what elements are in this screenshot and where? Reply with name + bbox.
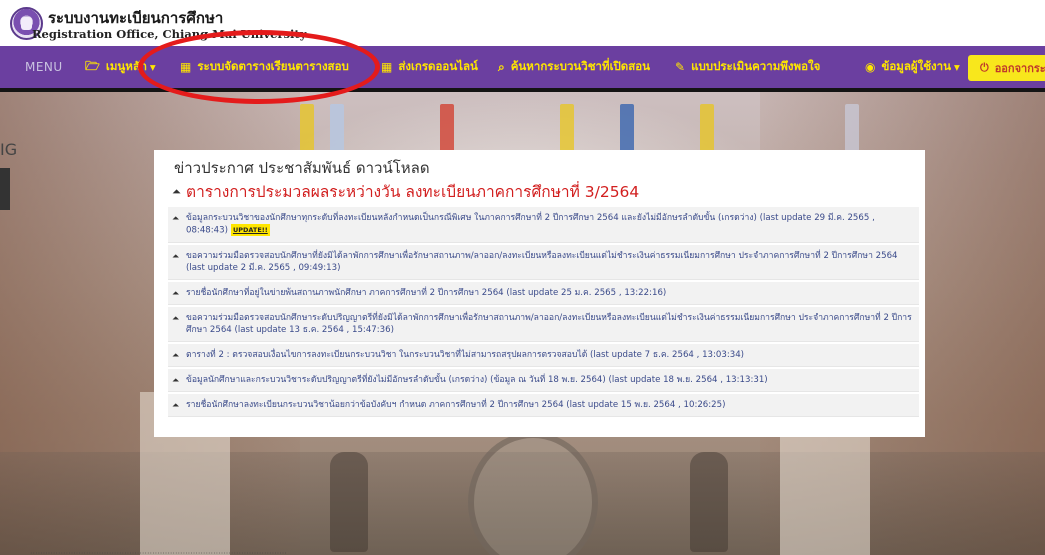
- bell-icon: ⏶: [172, 313, 180, 324]
- panel-title: ข่าวประกาศ ประชาสัมพันธ์ ดาวน์โหลด: [174, 159, 430, 177]
- news-link[interactable]: รายชื่อนักศึกษาลงทะเบียนกระบวนวิชาน้อยกว…: [186, 394, 731, 416]
- bell-icon: ⏶: [172, 400, 180, 411]
- nav-grade-online-label: ส่งเกรดออนไลน์: [398, 59, 478, 73]
- chevron-down-icon: ▾: [953, 60, 960, 74]
- list-item[interactable]: ⏶ ข้อมูลนักศึกษาและกระบวนวิชาระดับปริญญา…: [168, 368, 919, 392]
- list-item[interactable]: ⏶ ตารางที่ 2 : ตรวจสอบเงื่อนไขการลงทะเบี…: [168, 343, 919, 367]
- list-item[interactable]: ⏶ รายชื่อนักศึกษาลงทะเบียนกระบวนวิชาน้อย…: [168, 393, 919, 417]
- nav-course-search-label: ค้นหากระบวนวิชาที่เปิดสอน: [510, 59, 651, 73]
- update-badge: UPDATE!!: [230, 224, 270, 236]
- background-text-fragment: IG: [0, 140, 18, 159]
- logout-label: ออกจากระบ: [994, 62, 1045, 75]
- main-navbar: MENU 🗁 เมนูหลัก ▾ ▦ ระบบจัดตารางเรียนตาร…: [0, 46, 1045, 92]
- list-item[interactable]: ⏶ รายชื่อนักศึกษาที่อยู่ในข่ายพ้นสถานภาพ…: [168, 281, 919, 305]
- nav-schedule[interactable]: ▦ ระบบจัดตารางเรียนตารางสอบ: [180, 46, 349, 88]
- bell-icon: ⏶: [172, 375, 180, 386]
- pencil-icon: ✎: [675, 60, 686, 74]
- nav-survey[interactable]: ✎ แบบประเมินความพึงพอใจ: [675, 46, 820, 88]
- folder-icon: 🗁: [85, 58, 100, 73]
- site-header: ระบบงานทะเบียนการศึกษา Registration Offi…: [0, 0, 1045, 46]
- bell-icon: ⏶: [172, 288, 180, 299]
- list-item[interactable]: ⏶ ข้อมูลกระบวนวิชาของนักศึกษาทุกระดับที่…: [168, 207, 919, 243]
- menu-label: MENU: [25, 60, 63, 74]
- nav-user-info-label: ข้อมูลผู้ใช้งาน: [881, 59, 951, 73]
- news-link[interactable]: ตารางที่ 2 : ตรวจสอบเงื่อนไขการลงทะเบียน…: [186, 344, 750, 366]
- nav-main-menu[interactable]: 🗁 เมนูหลัก ▾: [85, 46, 156, 88]
- nav-schedule-label: ระบบจัดตารางเรียนตารางสอบ: [197, 59, 349, 73]
- news-link[interactable]: ขอความร่วมมือตรวจสอบนักศึกษาที่ยังมิได้ล…: [186, 245, 919, 279]
- bell-icon: ⏶: [172, 185, 181, 198]
- nav-grade-online[interactable]: ▦ ส่งเกรดออนไลน์: [381, 46, 478, 88]
- bell-icon: ⏶: [172, 251, 180, 262]
- nav-user-info[interactable]: ◉ ข้อมูลผู้ใช้งาน ▾: [865, 46, 960, 88]
- bell-icon: ⏶: [172, 214, 180, 224]
- news-link[interactable]: ข้อมูลกระบวนวิชาของนักศึกษาทุกระดับที่ลง…: [186, 213, 875, 236]
- announcement-panel: ข่าวประกาศ ประชาสัมพันธ์ ดาวน์โหลด ⏶ ตาร…: [154, 150, 925, 437]
- chevron-down-icon: ▾: [149, 60, 156, 74]
- list-item[interactable]: ⏶ ขอความร่วมมือตรวจสอบนักศึกษาระดับปริญญ…: [168, 306, 919, 342]
- user-icon: ◉: [865, 60, 876, 74]
- status-url-strip: ········································…: [30, 549, 287, 555]
- news-list: ⏶ ตารางการประมวลผลระหว่างวัน ลงทะเบียนภา…: [168, 180, 919, 419]
- background-bar-fragment: [0, 168, 10, 210]
- nav-course-search[interactable]: ⌕ ค้นหากระบวนวิชาที่เปิดสอน: [498, 46, 650, 88]
- calendar-icon: ▦: [381, 60, 393, 74]
- calendar-icon: ▦: [180, 60, 192, 74]
- headline-link[interactable]: ตารางการประมวลผลระหว่างวัน ลงทะเบียนภาคก…: [186, 180, 639, 205]
- news-link[interactable]: ขอความร่วมมือตรวจสอบนักศึกษาระดับปริญญาต…: [186, 307, 919, 341]
- nav-survey-label: แบบประเมินความพึงพอใจ: [691, 59, 821, 73]
- list-item-headline[interactable]: ⏶ ตารางการประมวลผลระหว่างวัน ลงทะเบียนภา…: [168, 180, 919, 205]
- bell-icon: ⏶: [172, 350, 180, 361]
- news-link[interactable]: ข้อมูลนักศึกษาและกระบวนวิชาระดับปริญญาตร…: [186, 369, 774, 391]
- list-item[interactable]: ⏶ ขอความร่วมมือตรวจสอบนักศึกษาที่ยังมิได…: [168, 244, 919, 280]
- search-icon: ⌕: [498, 59, 505, 74]
- nav-main-menu-label: เมนูหลัก: [105, 59, 147, 73]
- power-icon: ⏻: [980, 61, 989, 74]
- logout-button[interactable]: ⏻ ออกจากระบ: [968, 55, 1045, 81]
- news-link[interactable]: รายชื่อนักศึกษาที่อยู่ในข่ายพ้นสถานภาพนั…: [186, 282, 672, 304]
- site-subtitle: Registration Office, Chiang Mai Universi…: [32, 27, 307, 41]
